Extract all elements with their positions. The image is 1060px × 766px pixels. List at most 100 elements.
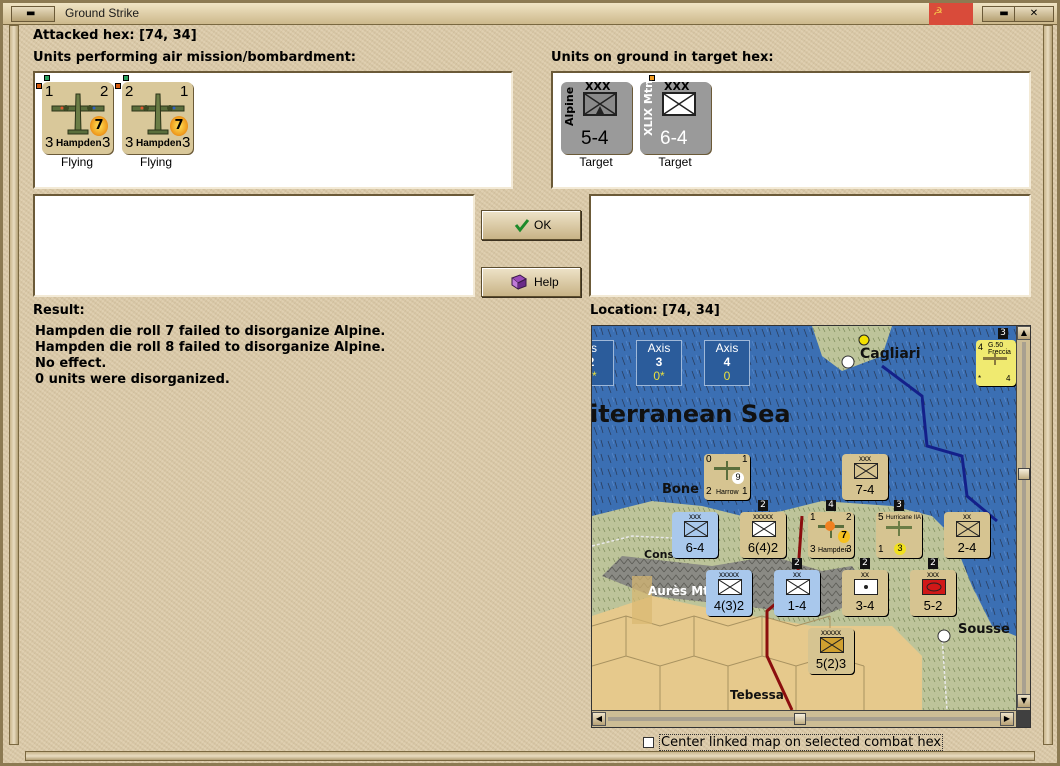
hex-map[interactable]: tis 2 0* Axis 3 0* Axis 4 0 Cagliari ite… [592,326,1016,710]
ground-unit-status: Target [579,155,613,169]
counter-top-left-value: 5 [878,512,884,523]
unit-name: Harrow [716,489,739,496]
attacked-hex-value: [74, 34] [139,28,197,43]
attacker-details-panel[interactable] [33,194,475,297]
unit-size-label: xxxxx [719,570,739,579]
infantry-icon [752,521,776,537]
defender-details-panel[interactable] [589,194,1031,297]
map-vertical-scrollbar[interactable]: ▲ ▼ [1016,326,1030,710]
unit-strength: 5-2 [923,598,943,613]
map-air-counter[interactable]: 5 Hurricane IIA 3 1 [876,512,922,558]
axis-box[interactable]: Axis 4 0 [704,340,750,386]
center-map-checkbox[interactable] [643,737,654,748]
location-map-view[interactable]: tis 2 0* Axis 3 0* Axis 4 0 Cagliari ite… [591,325,1031,728]
ground-unit-counter-2[interactable]: XXX XLIX Mtn 6-4 [640,80,711,154]
stack-count: 4 [826,500,836,511]
scroll-thumb[interactable] [1018,468,1030,480]
help-book-icon [511,274,527,290]
air-unit-status: Flying [139,155,172,169]
ground-unit-counter-1[interactable]: XXX Alpine 5-4 [561,80,632,154]
air-unit-counter-1[interactable]: 1 2 7 3 Hampden 3 [42,82,113,154]
ground-units-panel[interactable]: XXX Alpine 5-4 Target XXX XLIX Mtn 6-4 T… [551,71,1031,189]
scroll-left-button[interactable]: ◀ [592,712,606,726]
axis-box-title: Axis [647,341,671,355]
counter-bottom-left-value: 3 [45,134,54,151]
window-title: Ground Strike [65,6,140,20]
right-frame-rail [1043,25,1053,745]
counter-top-left-value: 0 [706,454,712,465]
map-ground-counter[interactable]: xxx 7-4 [842,454,888,500]
hammer-sickle-button[interactable]: ☭ [929,3,973,25]
unit-status-dot [44,75,50,81]
location-caption: Location: [590,303,658,318]
infantry-icon [718,579,742,595]
map-label-sousse: Sousse [958,622,1010,637]
attacked-hex-caption: Attacked hex: [33,28,135,43]
arrow-left-icon: ◀ [595,714,603,723]
map-ground-counter[interactable]: xxxxx 6(4)2 [740,512,786,558]
window-menu-button[interactable]: ▬ [11,6,55,22]
unit-size-label: xx [793,570,801,579]
die-roll-badge: 7 [90,116,108,136]
result-line: Hampden die roll 7 failed to disorganize… [35,324,386,339]
close-button[interactable]: ✕ [1014,6,1054,22]
counter-bottom-left-value: 1 [878,544,884,555]
bottom-frame-rail [25,751,1035,761]
counter-bottom-right-value: 3 [102,134,111,151]
unit-side-label: Alpine [563,86,576,126]
map-air-counter[interactable]: 4 G.50 Freccia * 4 [976,340,1016,386]
unit-status-dot [115,83,121,89]
ground-unit-status: Target [658,155,692,169]
counter-bottom-right-value: 3 [846,544,852,555]
unit-name: Hampden [818,547,849,554]
fighter-plane-icon [983,353,1007,365]
map-ground-counter[interactable]: xxxxx 4(3)2 [706,570,752,616]
counter-bottom-right-value: 1 [742,486,748,497]
axis-box[interactable]: tis 2 0* [592,340,614,386]
counter-bottom-right-value: 3 [182,134,191,151]
map-label-cagliari: Cagliari [860,346,921,362]
scroll-down-button[interactable]: ▼ [1017,694,1030,708]
counter-bottom-left-value: 3 [810,544,816,555]
axis-box-number: 3 [655,355,663,369]
result-line: No effect. [35,356,107,371]
unit-side-label: XLIX Mtn [642,80,655,136]
attacked-hex-label: Attacked hex: [74, 34] [33,28,197,43]
axis-box-sub: 0* [592,369,597,383]
checkmark-icon [514,219,530,233]
map-ground-counter[interactable]: xxx 5-2 [910,570,956,616]
map-horizontal-scrollbar[interactable]: ◀ ▶ [592,710,1016,727]
stack-count: 3 [894,500,904,511]
infantry-icon [820,637,844,653]
scroll-track[interactable] [1022,342,1026,694]
map-ground-counter[interactable]: xxxxx 5(2)3 [808,628,854,674]
artillery-icon [854,579,878,595]
map-air-counter[interactable]: 0 1 9 2 Harrow 1 [704,454,750,500]
title-bar: ▬ Ground Strike ☭ ▬ ✕ [3,3,1057,25]
ok-label: OK [534,218,552,232]
result-line: Hampden die roll 8 failed to disorganize… [35,340,386,355]
left-frame-rail [9,25,19,745]
map-label-cons: Cons [644,548,675,561]
unit-name: Hurricane IIA [886,515,922,521]
ok-button[interactable]: OK [481,210,581,240]
counter-bottom-left-value: 2 [706,486,712,497]
unit-strength: 6-4 [660,128,688,149]
map-ground-counter[interactable]: xx 2-4 [944,512,990,558]
close-icon: ✕ [1029,8,1039,19]
counter-top-left-value: 4 [978,342,984,352]
center-map-checkbox-label[interactable]: Center linked map on selected combat hex [659,734,944,751]
map-label-bone: Bone [662,482,699,497]
air-unit-counter-2[interactable]: 2 1 7 3 Hampden 3 [122,82,193,154]
map-ground-counter[interactable]: xx 1-4 [774,570,820,616]
scroll-up-button[interactable]: ▲ [1017,326,1030,340]
map-ground-counter[interactable]: xxx 6-4 [672,512,718,558]
help-button[interactable]: Help [481,267,581,297]
map-ground-counter[interactable]: xx 3-4 [842,570,888,616]
air-units-panel[interactable]: 1 2 7 3 Hampden 3 Flying 2 1 7 3 Hampden… [33,71,513,189]
axis-box[interactable]: Axis 3 0* [636,340,682,386]
stack-count: 2 [758,500,768,511]
scroll-right-button[interactable]: ▶ [1000,712,1014,726]
map-air-counter[interactable]: 1 2 7 3 Hampden 3 [808,512,854,558]
scroll-thumb[interactable] [794,713,806,725]
